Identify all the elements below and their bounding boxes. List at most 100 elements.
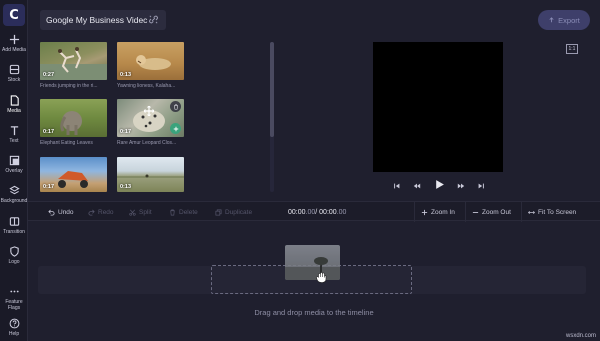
rewind-icon (414, 183, 421, 189)
rewind-button[interactable] (413, 177, 421, 195)
app-logo[interactable]: C (3, 4, 25, 26)
zoom-out-label: Zoom Out (482, 208, 511, 216)
current-time-fraction: .00 (305, 208, 316, 216)
sidebar-item-label: Stock (7, 77, 21, 83)
media-thumbnail[interactable]: 0:13 (117, 42, 184, 80)
plus-icon (9, 34, 19, 45)
delete-media-icon[interactable] (170, 101, 181, 112)
sidebar-item-label: Add Media (2, 47, 26, 53)
media-item[interactable]: 0:17 Elephant Eating Leaves (40, 99, 107, 146)
media-item[interactable]: 0:27 Friends jumping in the ri... (40, 42, 107, 89)
duplicate-label: Duplicate (225, 208, 253, 216)
skip-to-start-button[interactable] (393, 177, 401, 195)
watermark: wsxdn.com (565, 333, 596, 339)
timeline-toolbar: Undo Redo Split Delete Duplicate 00:00.0… (28, 201, 600, 222)
video-preview (373, 42, 503, 172)
fit-to-screen-button[interactable]: Fit To Screen (528, 202, 576, 222)
media-thumbnail[interactable]: 0:27 (40, 42, 107, 80)
fast-forward-icon (457, 183, 464, 189)
stock-icon (9, 64, 19, 75)
trash-icon (170, 209, 175, 215)
sidebar-item-label: Background (0, 198, 28, 204)
sidebar-item-logo[interactable]: Logo (0, 246, 28, 265)
media-duration: 0:17 (43, 184, 55, 190)
split-button[interactable]: Split (129, 202, 152, 222)
sidebar-item-label: Text (9, 138, 19, 144)
media-duration: 0:17 (120, 129, 132, 135)
media-caption: Rare Amur Leopard Clos... (117, 140, 177, 146)
sidebar-item-label: Help (8, 331, 20, 337)
redo-icon (88, 209, 95, 216)
fit-label: Fit To Screen (538, 208, 577, 216)
undo-label: Undo (58, 208, 74, 216)
sidebar-item-overlay[interactable]: Overlay (0, 155, 28, 174)
scissors-icon (129, 209, 136, 216)
media-thumbnail[interactable]: 0:17 (117, 99, 184, 137)
duplicate-button[interactable]: Duplicate (215, 202, 252, 222)
timeline-hint: Drag and drop media to the timeline (254, 308, 374, 317)
media-thumbnail[interactable]: 0:17 (40, 99, 107, 137)
sidebar-item-text[interactable]: Text (0, 125, 28, 144)
export-icon (549, 16, 554, 22)
toolbar-divider (414, 202, 415, 222)
grab-cursor-icon (316, 272, 327, 283)
delete-button[interactable]: Delete (169, 202, 198, 222)
export-button[interactable]: Export (538, 10, 590, 30)
sidebar-item-add-media[interactable]: Add Media (0, 34, 28, 53)
sidebar-item-stock[interactable]: Stock (0, 64, 28, 83)
media-item[interactable]: 0:17 Rare Amur Leopard Clos... (117, 99, 184, 146)
skip-end-icon (478, 183, 484, 189)
move-cursor-icon (144, 106, 154, 116)
sidebar-item-media[interactable]: Media (0, 95, 28, 114)
media-icon (10, 95, 19, 106)
minus-icon (472, 211, 479, 213)
dragged-media-thumbnail[interactable] (285, 245, 340, 280)
redo-label: Redo (98, 208, 114, 216)
zoom-out-button[interactable]: Zoom Out (472, 202, 511, 222)
plus-icon (421, 209, 428, 215)
layers-icon (8, 185, 20, 195)
zoom-in-button[interactable]: Zoom In (421, 202, 455, 222)
fit-icon (528, 210, 535, 214)
add-to-timeline-icon[interactable] (170, 123, 181, 134)
aspect-ratio-button[interactable]: 1:1 (566, 44, 578, 54)
media-duration: 0:13 (120, 184, 132, 190)
help-icon (9, 318, 19, 329)
media-duration: 0:17 (43, 129, 55, 135)
media-duration: 0:27 (43, 72, 55, 78)
undo-button[interactable]: Undo (48, 202, 74, 222)
media-scrollbar-thumb[interactable] (270, 42, 274, 137)
media-duration: 0:13 (120, 72, 132, 78)
total-time-fraction: .00 (336, 208, 347, 216)
toolbar-divider (521, 202, 522, 222)
redo-button[interactable]: Redo (88, 202, 114, 222)
sidebar-item-label: Logo (8, 259, 20, 265)
shield-icon (9, 246, 19, 257)
media-item[interactable]: 0:17 (40, 157, 107, 192)
skip-start-icon (394, 183, 400, 189)
media-item[interactable]: 0:13 (117, 157, 184, 192)
tree-image (285, 257, 340, 280)
media-thumbnail[interactable]: 0:13 (117, 157, 184, 192)
play-button[interactable] (434, 177, 445, 195)
duplicate-icon (215, 209, 222, 215)
current-time: 00:00 (288, 208, 306, 216)
sidebar-item-label: Overlay (5, 168, 23, 174)
media-item[interactable]: 0:13 Yawning lioness, Kalaha... (117, 42, 184, 89)
delete-label: Delete (179, 208, 198, 216)
sidebar-item-label: Transition (3, 229, 25, 235)
unlink-icon[interactable] (148, 14, 159, 25)
fast-forward-button[interactable] (457, 177, 465, 195)
undo-icon (48, 209, 55, 216)
sidebar-item-transition[interactable]: Transition (0, 216, 28, 235)
media-thumbnail[interactable]: 0:17 (40, 157, 107, 192)
zoom-in-label: Zoom In (431, 208, 455, 216)
skip-to-end-button[interactable] (477, 177, 485, 195)
sidebar-item-label: Media (7, 108, 21, 114)
sidebar-item-help[interactable]: Help (0, 318, 28, 337)
split-label: Split (139, 208, 152, 216)
sidebar-item-background[interactable]: Background (0, 185, 28, 204)
playback-controls (393, 179, 485, 193)
media-caption: Elephant Eating Leaves (40, 140, 93, 146)
media-caption: Friends jumping in the ri... (40, 83, 98, 89)
